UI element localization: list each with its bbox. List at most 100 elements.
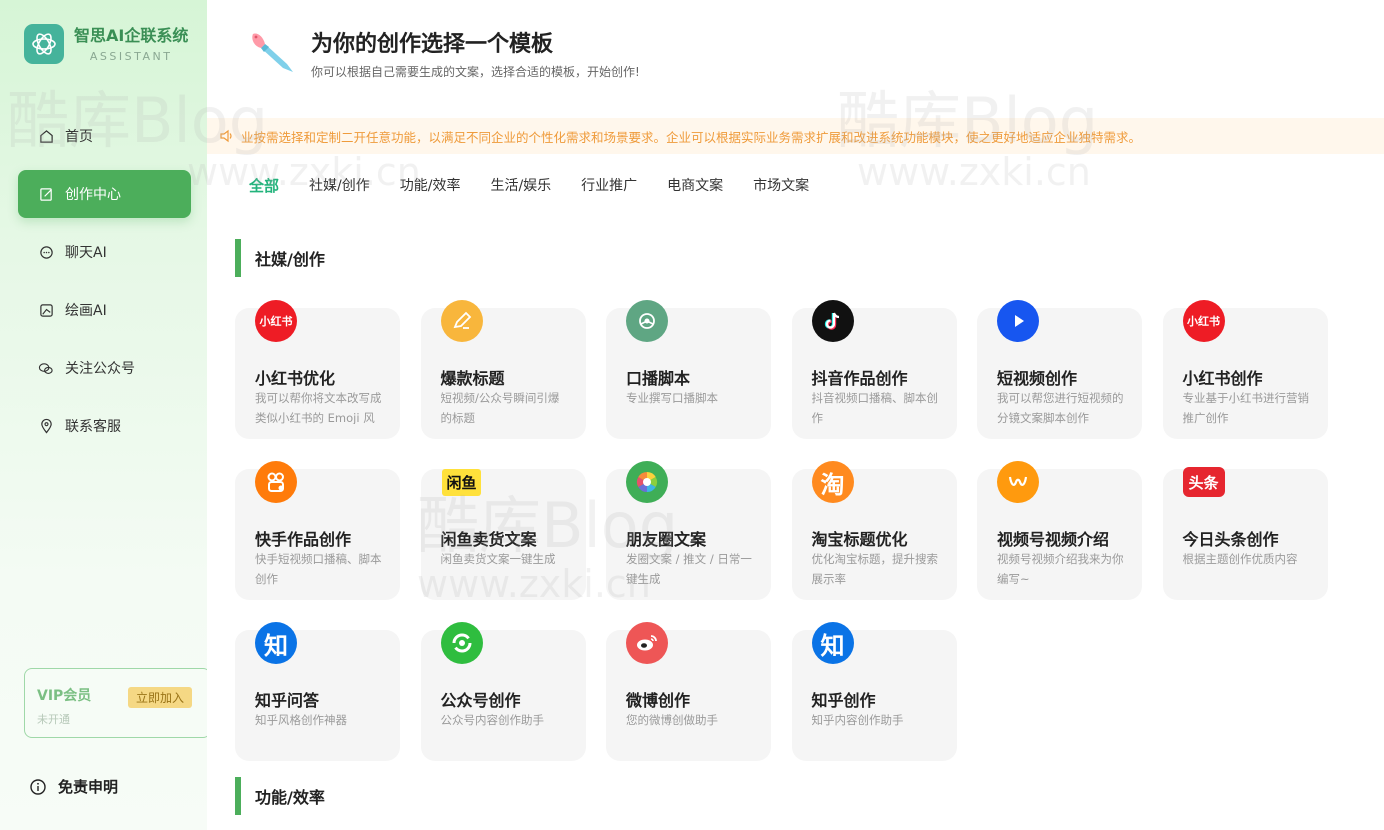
sidebar-item-support[interactable]: 联系客服	[18, 402, 191, 450]
tab-industry[interactable]: 行业推广	[581, 175, 637, 196]
card-description: 知乎内容创作助手	[811, 713, 904, 727]
card-title: 淘宝标题优化	[811, 530, 908, 549]
category-tabs: 全部 社媒/创作 功能/效率 生活/娱乐 行业推广 电商文案 市场文案	[249, 175, 839, 196]
notice-bar: 业按需选择和定制二开任意功能，以满足不同企业的个性化需求和场景要求。企业可以根据…	[207, 118, 1384, 154]
kuaishou-icon	[255, 461, 297, 503]
card-title: 今日头条创作	[1182, 530, 1279, 549]
sidebar-item-label: 绘画AI	[65, 303, 107, 319]
info-icon	[30, 778, 46, 795]
channels-icon	[997, 461, 1039, 503]
app-title: 智思AI企联系统	[74, 25, 189, 45]
card-description: 发圈文案 / 推文 / 日常一键生成	[626, 552, 752, 585]
brand: 智思AI企联系统 ASSISTANT	[24, 24, 188, 64]
icon-text: 知	[820, 631, 845, 660]
speaker-icon	[219, 129, 235, 143]
sidebar-item-label: 首页	[65, 129, 93, 145]
wechat-icon	[38, 360, 54, 376]
template-card[interactable]: 朋友圈文案发圈文案 / 推文 / 日常一键生成	[606, 461, 771, 600]
card-title: 爆款标题	[440, 369, 505, 388]
page-title: 为你的创作选择一个模板	[311, 32, 554, 57]
card-description: 抖音视频口播稿、脚本创作	[811, 391, 939, 424]
tab-marketing[interactable]: 市场文案	[753, 175, 809, 196]
template-card[interactable]: 快手作品创作快手短视频口播稿、脚本创作	[235, 461, 400, 600]
tab-efficiency[interactable]: 功能/效率	[400, 175, 461, 196]
tab-social[interactable]: 社媒/创作	[309, 175, 370, 196]
vip-join-button[interactable]: 立即加入	[127, 687, 192, 708]
sidebar-item-create[interactable]: 创作中心	[18, 170, 191, 218]
template-card[interactable]: 抖音作品创作抖音视频口播稿、脚本创作	[791, 300, 957, 439]
section-title-social: 社媒/创作	[235, 239, 325, 277]
vip-card: VIP会员 未开通 立即加入	[24, 668, 211, 738]
sidebar-item-chat[interactable]: 聊天AI	[18, 228, 191, 276]
card-description: 快手短视频口播稿、脚本创作	[255, 552, 382, 585]
card-description: 我可以帮你将文本改写成类似小红书的 Emoji 风格	[255, 391, 382, 424]
card-description: 专业基于小红书进行营销推广创作	[1182, 391, 1310, 424]
broadcast-icon	[626, 300, 668, 342]
section-title-efficiency: 功能/效率	[235, 777, 325, 815]
card-title: 小红书创作	[1182, 369, 1263, 388]
disclaimer-label: 免责申明	[58, 778, 119, 796]
notice-text: 业按需选择和定制二开任意功能，以满足不同企业的个性化需求和场景要求。企业可以根据…	[241, 129, 1142, 145]
icon-text: 闲鱼	[442, 468, 481, 496]
icon-text: 头条	[1188, 473, 1219, 492]
card-title: 小红书优化	[255, 369, 336, 388]
card-description: 专业撰写口播脚本	[626, 391, 718, 405]
logo-icon	[24, 24, 64, 64]
card-description: 知乎风格创作神器	[255, 713, 347, 727]
card-description: 短视频/公众号瞬间引爆的标题	[440, 391, 560, 424]
card-title: 口播脚本	[626, 369, 691, 388]
icon-text: 小红书	[1187, 315, 1220, 328]
template-card[interactable]: 爆款标题短视频/公众号瞬间引爆的标题	[420, 300, 586, 439]
template-card[interactable]: 口播脚本专业撰写口播脚本	[606, 300, 771, 439]
weibo-icon	[626, 622, 668, 664]
zhihu-icon: 知	[255, 622, 297, 664]
template-card[interactable]: 视频号视频介绍 视频号视频介绍我来为你编写~	[977, 461, 1142, 600]
template-card[interactable]: 闲鱼 闲鱼卖货文案 闲鱼卖货文案一键生成	[420, 468, 586, 600]
card-description: 视频号视频介绍我来为你编写~	[997, 552, 1124, 585]
card-description: 闲鱼卖货文案一键生成	[440, 552, 556, 566]
template-card[interactable]: 小红书小红书优化我可以帮你将文本改写成类似小红书的 Emoji 风格	[235, 300, 400, 439]
card-title: 抖音作品创作	[811, 369, 908, 388]
icon-text: 知	[264, 631, 288, 660]
disclaimer-link[interactable]: 免责申明	[30, 776, 118, 797]
card-title: 公众号创作	[440, 691, 521, 710]
xiaohongshu-icon: 小红书	[1182, 300, 1225, 342]
template-card[interactable]: 小红书小红书创作专业基于小红书进行营销推广创作	[1162, 300, 1328, 439]
card-title: 知乎问答	[255, 691, 320, 710]
chat-icon	[38, 244, 54, 260]
sidebar-item-painting[interactable]: 绘画AI	[18, 286, 191, 334]
card-title: 快手作品创作	[255, 530, 352, 549]
icon-text: 淘	[820, 470, 845, 499]
sidebar-item-home[interactable]: 首页	[18, 112, 191, 160]
sidebar-item-label: 创作中心	[65, 187, 121, 203]
zhihu-icon: 知	[811, 622, 854, 664]
template-card[interactable]: 短视频创作我可以帮您进行短视频的分镜文案脚本创作	[977, 300, 1142, 439]
moments-icon	[626, 461, 668, 503]
sidebar-item-follow[interactable]: 关注公众号	[18, 344, 191, 392]
template-card[interactable]: 淘淘宝标题优化 优化淘宝标题，提升搜索展示率	[791, 461, 957, 600]
page-subtitle: 你可以根据自己需要生成的文案，选择合适的模板，开始创作!	[311, 65, 640, 79]
card-description: 公众号内容创作助手	[440, 713, 545, 727]
app-subtitle: ASSISTANT	[89, 49, 173, 63]
play-icon	[997, 300, 1039, 342]
edit-icon	[38, 186, 54, 202]
sidebar-item-label: 联系客服	[65, 419, 121, 435]
template-card[interactable]: 公众号创作公众号内容创作助手	[420, 622, 586, 761]
template-card[interactable]: 头条 今日头条创作 根据主题创作优质内容	[1162, 467, 1328, 600]
template-card[interactable]: 知知乎创作 知乎内容创作助手	[791, 622, 957, 761]
template-card[interactable]: 微博创作您的微博创做助手	[606, 622, 771, 761]
wechat-official-icon	[440, 622, 483, 664]
xiaohongshu-icon: 小红书	[255, 300, 297, 342]
tab-life[interactable]: 生活/娱乐	[490, 175, 551, 196]
painting-icon	[38, 302, 54, 318]
vip-status: 未开通	[37, 713, 70, 726]
card-title: 朋友圈文案	[626, 530, 707, 549]
card-description: 您的微博创做助手	[626, 713, 718, 727]
home-icon	[38, 128, 54, 144]
tab-all[interactable]: 全部	[249, 175, 279, 196]
tab-ecommerce[interactable]: 电商文案	[667, 175, 723, 196]
template-card[interactable]: 知知乎问答知乎风格创作神器	[235, 622, 400, 761]
card-title: 短视频创作	[997, 369, 1078, 388]
card-description: 我可以帮您进行短视频的分镜文案脚本创作	[997, 391, 1124, 424]
card-title: 微博创作	[626, 691, 691, 710]
